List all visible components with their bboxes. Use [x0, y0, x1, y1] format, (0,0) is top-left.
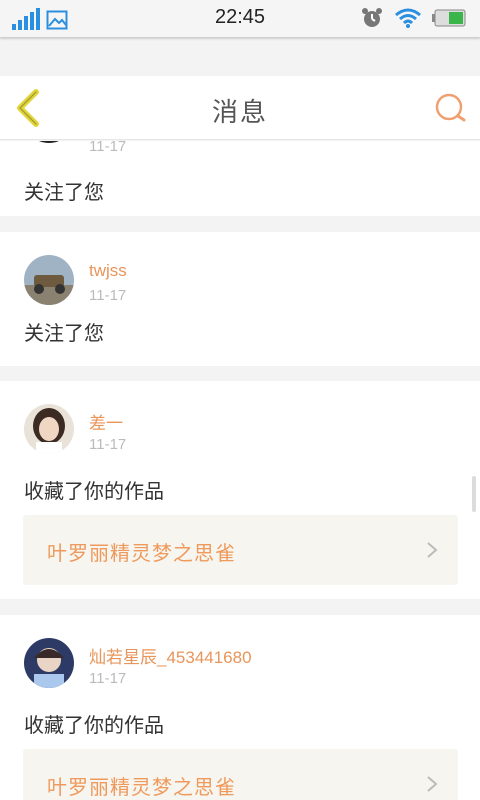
notification-username[interactable]: twjss: [89, 261, 127, 281]
notification-action: 收藏了你的作品: [24, 479, 164, 503]
notification-action: 关注了您: [24, 321, 104, 345]
avatar[interactable]: [24, 638, 74, 688]
notification-username[interactable]: 差一: [89, 409, 123, 434]
wifi-icon: [395, 8, 421, 28]
avatar[interactable]: [24, 404, 74, 454]
avatar[interactable]: [24, 141, 74, 143]
status-bar: 22:45: [0, 0, 480, 38]
notification-date: 11-17: [89, 670, 127, 687]
scrollbar[interactable]: [472, 476, 476, 512]
notification-card: 11-17 关注了您: [0, 141, 480, 216]
battery-icon: [432, 9, 466, 27]
notification-card: 灿若星辰_453441680 11-17 收藏了你的作品 叶罗丽精灵梦之思雀: [0, 615, 480, 800]
header: 消息: [0, 76, 480, 140]
notification-feed[interactable]: 11-17 关注了您 twjss 11-17 关注了您 差一 11-17 收藏了…: [0, 141, 480, 800]
page-title: 消息: [211, 98, 268, 128]
work-title: 叶罗丽精灵梦之思雀: [47, 775, 236, 799]
notification-action: 收藏了你的作品: [24, 713, 164, 737]
notification-username[interactable]: 灿若星辰_453441680: [89, 643, 252, 668]
search-icon[interactable]: [432, 90, 468, 126]
notification-card: twjss 11-17 关注了您: [0, 232, 480, 366]
chevron-right-icon: [427, 542, 438, 558]
work-link[interactable]: 叶罗丽精灵梦之思雀: [23, 749, 458, 800]
notification-date: 11-17: [89, 141, 127, 155]
notification-card: 差一 11-17 收藏了你的作品 叶罗丽精灵梦之思雀: [0, 381, 480, 599]
work-link[interactable]: 叶罗丽精灵梦之思雀: [23, 515, 458, 585]
notification-action: 关注了您: [24, 180, 104, 204]
chevron-right-icon: [427, 776, 438, 792]
notification-date: 11-17: [89, 436, 127, 453]
status-right-icons: [360, 6, 466, 30]
notification-date: 11-17: [89, 287, 127, 304]
avatar[interactable]: [24, 255, 74, 305]
work-title: 叶罗丽精灵梦之思雀: [47, 541, 236, 565]
alarm-clock-icon: [362, 8, 382, 27]
